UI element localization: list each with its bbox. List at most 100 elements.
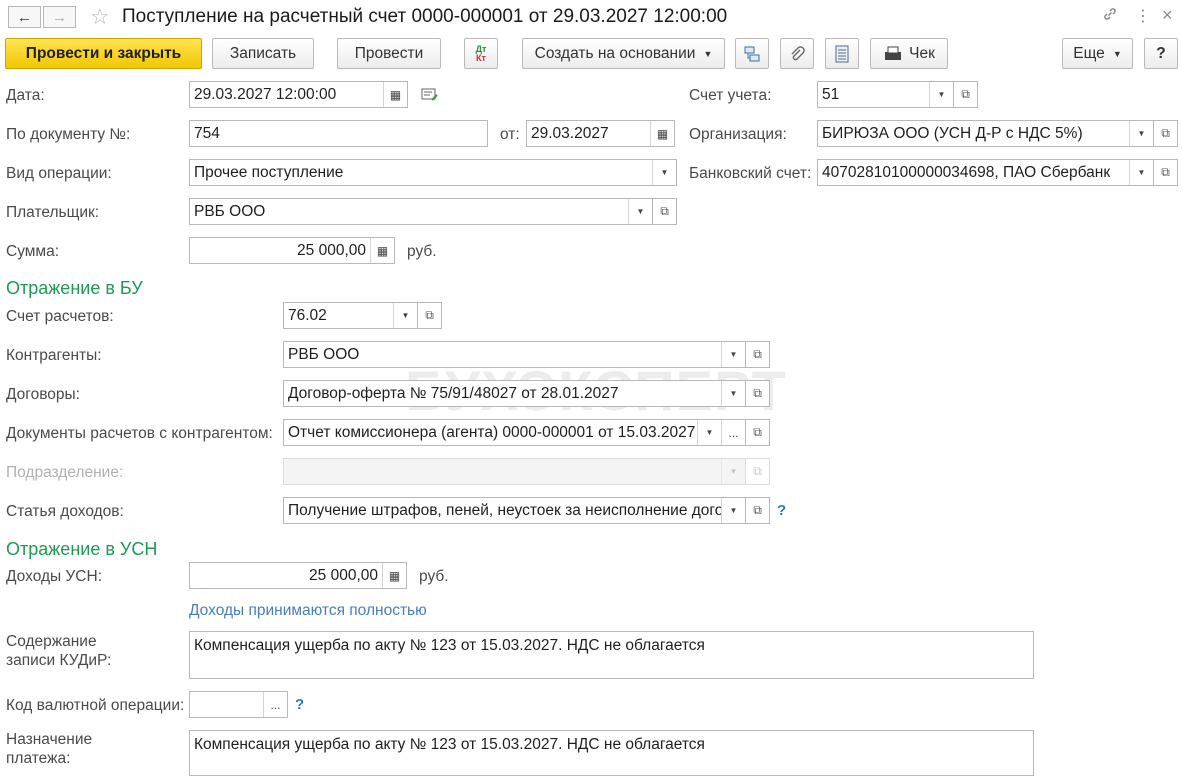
currency-op-label: Код валютной операции: (6, 697, 185, 714)
purpose-textarea[interactable]: Компенсация ущерба по акту № 123 от 15.0… (189, 730, 1034, 776)
bank-account-field[interactable]: 40702810100000034698, ПАО Сбербанк ▼ (817, 159, 1154, 186)
open-icon[interactable]: ⧉ (1154, 159, 1178, 186)
link-icon[interactable] (1102, 6, 1118, 27)
dropdown-icon[interactable]: ▼ (1129, 160, 1153, 185)
dropdown-icon[interactable]: ▼ (721, 342, 745, 367)
income-accepted-link[interactable]: Доходы принимаются полностью (189, 602, 427, 620)
open-icon[interactable]: ⧉ (746, 380, 770, 407)
close-icon[interactable]: × (1162, 5, 1173, 26)
open-icon[interactable]: ⧉ (746, 497, 770, 524)
dropdown-icon[interactable]: ▼ (929, 82, 953, 107)
chain-link-icon (1104, 8, 1116, 20)
division-field: ▼ (283, 458, 746, 485)
payer-label: Плательщик: (6, 204, 100, 221)
receipt-button[interactable]: Чек (870, 38, 948, 69)
bank-account-value: 40702810100000034698, ПАО Сбербанк (822, 163, 1111, 181)
organization-value: БИРЮЗА ООО (УСН Д-Р с НДС 5%) (822, 124, 1083, 142)
edit-number-icon[interactable] (421, 87, 439, 103)
open-icon[interactable]: ⧉ (954, 81, 978, 108)
calendar-icon[interactable]: ▦ (383, 82, 407, 107)
account-field[interactable]: 51 ▼ (817, 81, 954, 108)
dropdown-icon: ▼ (721, 459, 745, 484)
open-icon[interactable]: ⧉ (653, 198, 677, 225)
usn-income-field[interactable]: 25 000,00 ▦ (189, 562, 407, 589)
payer-field[interactable]: РВБ ООО ▼ (189, 198, 653, 225)
income-item-field[interactable]: Получение штрафов, пеней, неустоек за не… (283, 497, 746, 524)
dropdown-icon[interactable]: ▼ (393, 303, 417, 328)
contracts-field[interactable]: Договор-оферта № 75/91/48027 от 28.01.20… (283, 380, 746, 407)
help-button[interactable]: ? (1144, 38, 1178, 69)
usn-income-label: Доходы УСН: (6, 568, 103, 585)
settlement-docs-field[interactable]: Отчет комиссионера (агента) 0000-000001 … (283, 419, 746, 446)
open-icon[interactable]: ⧉ (746, 419, 770, 446)
from-date-field[interactable]: 29.03.2027 ▦ (526, 120, 675, 147)
contracts-value: Договор-оферта № 75/91/48027 от 28.01.20… (288, 384, 619, 402)
create-based-on-label: Создать на основании (534, 44, 696, 62)
settlement-account-field[interactable]: 76.02 ▼ (283, 302, 418, 329)
purpose-label-line1: Назначение (6, 731, 93, 748)
chevron-down-icon: ▼ (1112, 48, 1122, 59)
operation-type-value: Прочее поступление (194, 163, 344, 181)
account-label: Счет учета: (689, 87, 772, 104)
doc-number-value: 754 (194, 124, 220, 142)
operation-type-label: Вид операции: (6, 165, 112, 182)
structure-button[interactable] (735, 38, 769, 69)
account-value: 51 (822, 85, 840, 103)
division-label: Подразделение: (6, 464, 124, 481)
post-and-close-button[interactable]: Провести и закрыть (5, 38, 202, 69)
ellipsis-icon[interactable]: ... (263, 692, 287, 717)
kudir-label-line2: записи КУДиР: (6, 652, 112, 669)
payer-value: РВБ ООО (194, 202, 266, 220)
calculator-icon[interactable]: ▦ (370, 238, 394, 263)
organization-label: Организация: (689, 126, 787, 143)
dropdown-icon[interactable]: ▼ (628, 199, 652, 224)
back-button[interactable]: ← (8, 6, 41, 28)
dt-kt-button[interactable]: Дт Кт (464, 38, 498, 69)
amount-value: 25 000,00 (297, 241, 366, 259)
counterparties-label: Контрагенты: (6, 347, 102, 364)
dropdown-icon[interactable]: ▼ (721, 381, 745, 406)
date-field[interactable]: 29.03.2027 12:00:00 ▦ (189, 81, 408, 108)
calendar-icon[interactable]: ▦ (650, 121, 674, 146)
income-item-label: Статья доходов: (6, 503, 124, 520)
section-title-usn: Отражение в УСН (6, 539, 158, 559)
save-button[interactable]: Записать (212, 38, 314, 69)
open-icon: ⧉ (746, 458, 770, 485)
paperclip-icon (791, 45, 805, 60)
help-icon[interactable]: ? (777, 502, 786, 519)
dropdown-icon[interactable]: ▼ (697, 420, 721, 445)
counterparties-field[interactable]: РВБ ООО ▼ (283, 341, 746, 368)
ellipsis-icon[interactable]: ... (721, 420, 745, 445)
forward-button[interactable]: → (43, 6, 76, 28)
purpose-label-line2: платежа: (6, 750, 71, 767)
structure-icon (744, 46, 760, 61)
more-options-icon[interactable]: ⋮ (1135, 6, 1151, 26)
kudir-textarea[interactable]: Компенсация ущерба по акту № 123 от 15.0… (189, 631, 1034, 679)
dropdown-icon[interactable]: ▼ (721, 498, 745, 523)
doc-number-field[interactable]: 754 (189, 120, 488, 147)
document-list-icon (835, 45, 849, 62)
open-icon[interactable]: ⧉ (746, 341, 770, 368)
from-date-value: 29.03.2027 (531, 124, 609, 142)
counterparties-value: РВБ ООО (288, 345, 360, 363)
open-icon[interactable]: ⧉ (1154, 120, 1178, 147)
date-label: Дата: (6, 87, 45, 104)
post-button[interactable]: Провести (337, 38, 441, 69)
attach-button[interactable] (780, 38, 814, 69)
dropdown-icon[interactable]: ▼ (1129, 121, 1153, 146)
create-based-on-button[interactable]: Создать на основании ▼ (522, 38, 725, 69)
favorite-star-icon[interactable]: ☆ (90, 4, 110, 30)
calculator-icon[interactable]: ▦ (382, 563, 406, 588)
kudir-label-line1: Содержание (6, 633, 97, 650)
amount-field[interactable]: 25 000,00 ▦ (189, 237, 395, 264)
dropdown-icon[interactable]: ▼ (652, 160, 676, 185)
more-button[interactable]: Еще ▼ (1062, 38, 1133, 69)
kt-label: Кт (476, 52, 486, 63)
report-button[interactable] (825, 38, 859, 69)
help-icon[interactable]: ? (295, 696, 304, 713)
currency-op-field[interactable]: ... (189, 691, 288, 718)
organization-field[interactable]: БИРЮЗА ООО (УСН Д-Р с НДС 5%) ▼ (817, 120, 1154, 147)
open-icon[interactable]: ⧉ (418, 302, 442, 329)
operation-type-select[interactable]: Прочее поступление ▼ (189, 159, 677, 186)
arrow-right-icon: → (52, 8, 67, 26)
